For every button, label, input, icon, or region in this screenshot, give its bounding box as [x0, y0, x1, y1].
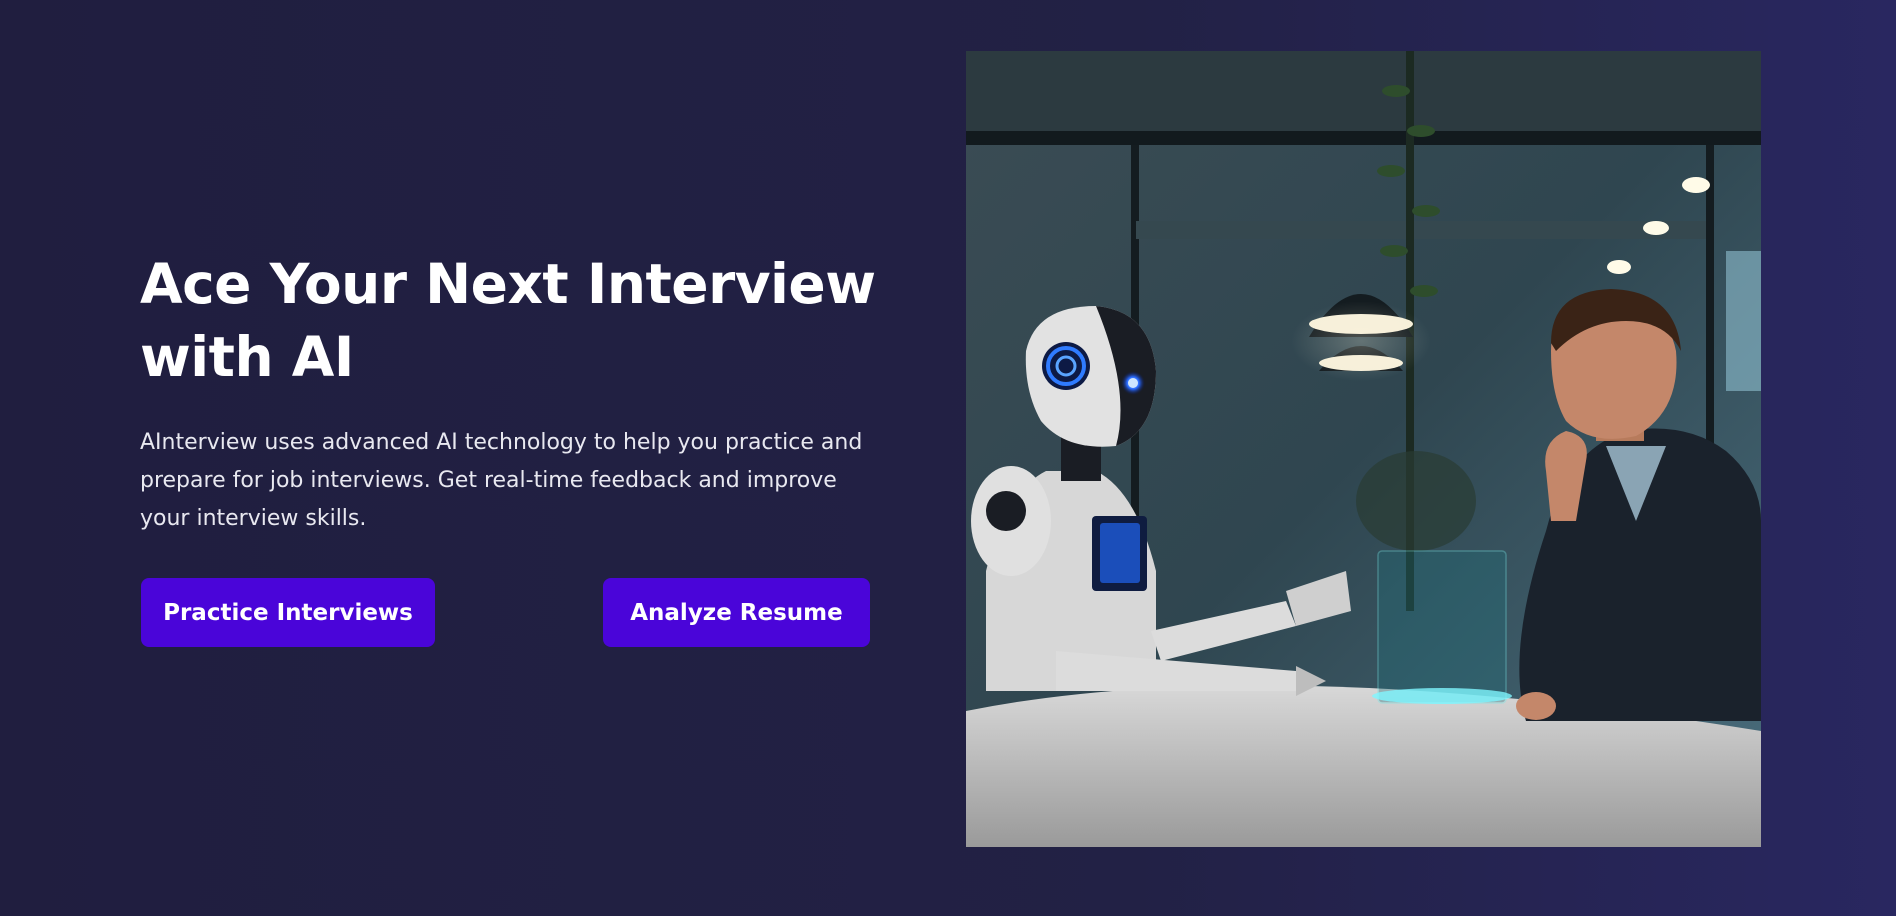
practice-interviews-button[interactable]: Practice Interviews — [141, 578, 435, 647]
hero-title-line1: Ace Your Next Interview — [140, 252, 876, 316]
analyze-resume-button[interactable]: Analyze Resume — [603, 578, 870, 647]
hero-title: Ace Your Next Interview with AI — [140, 248, 880, 394]
hero-text-block: Ace Your Next Interview with AI AIntervi… — [140, 248, 880, 538]
hero-title-line2: with AI — [140, 325, 354, 389]
hero-description: AInterview uses advanced AI technology t… — [140, 430, 863, 531]
hero-image — [966, 51, 1761, 847]
hero-illustration — [966, 51, 1761, 847]
